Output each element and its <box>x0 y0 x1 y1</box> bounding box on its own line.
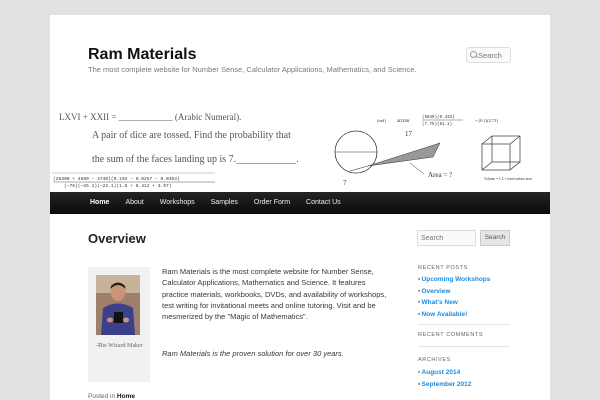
recent-post-link[interactable]: Upcoming Workshops <box>418 274 491 286</box>
archive-link[interactable]: September 2012 <box>418 379 472 391</box>
banner-rad-label: (rad) <box>377 118 386 123</box>
banner-label-17: 17 <box>405 130 413 138</box>
tagline-paragraph: Ram Materials is the proven solution for… <box>162 349 344 358</box>
caption-text: The Wizard Maker <box>97 343 143 349</box>
recent-post-link[interactable]: Now Available! <box>418 309 490 321</box>
recent-post-link[interactable]: Overview <box>418 286 490 298</box>
banner-dice-line1: A pair of dice are tossed. Find the prob… <box>92 130 291 141</box>
banner-arctan-tail: + (0.1)(2.71) <box>475 118 499 123</box>
banner-label-7: 7 <box>343 179 347 187</box>
banner-calc-line1: (26300 + 4680 − 4740)(0.102 − 0.0257 − 0… <box>53 176 180 182</box>
banner-cube-label: Volume = 1.2 × total surface area <box>484 177 532 181</box>
header-search-input[interactable] <box>478 50 510 60</box>
sidebar-search-input[interactable] <box>417 230 476 246</box>
header-search[interactable] <box>466 47 511 63</box>
page: Ram Materials The most complete website … <box>50 15 550 400</box>
archive-link[interactable]: August 2014 <box>418 367 471 379</box>
widget-divider <box>418 324 510 325</box>
page-title: Overview <box>88 231 146 246</box>
site-description: The most complete website for Number Sen… <box>88 65 417 74</box>
header-banner: LXVI + XXII = ____________ (Arabic Numer… <box>50 103 550 192</box>
nav-contact-us[interactable]: Contact Us <box>298 192 349 214</box>
nav-workshops[interactable]: Workshops <box>152 192 203 214</box>
main-nav: Home About Workshops Samples Order Form … <box>50 192 550 214</box>
banner-arctan-den: (7.75)(61.1) <box>422 122 452 127</box>
cube-shape <box>481 135 521 171</box>
nav-home[interactable]: Home <box>82 192 117 214</box>
caption-dash: — <box>96 343 102 349</box>
archives-title: ARCHIVES <box>418 357 451 363</box>
sidebar-search-button[interactable]: Search <box>480 230 510 246</box>
banner-area-label: Area = ? <box>428 171 452 179</box>
banner-calc-line2: (−76)(−25.1)(−22.1)(1.8 + 0.412 + 3.97) <box>64 183 172 189</box>
author-photo[interactable] <box>96 275 140 335</box>
banner-dice-line2: the sum of the faces landing up is 7.___… <box>92 154 299 165</box>
recent-posts-list: Upcoming Workshops Overview What's New N… <box>418 274 491 321</box>
triangle-shape <box>367 142 441 167</box>
widget-divider <box>418 346 510 347</box>
nav-samples[interactable]: Samples <box>203 192 246 214</box>
recent-comments-title: RECENT COMMENTS <box>418 332 484 338</box>
photo-caption: — The Wizard Maker <box>96 342 144 351</box>
banner-roman-problem: LXVI + XXII = ____________ (Arabic Numer… <box>59 112 241 122</box>
recent-post-link[interactable]: What's New <box>418 297 490 309</box>
site-title[interactable]: Ram Materials <box>88 46 197 64</box>
search-icon <box>470 51 477 59</box>
recent-posts-title: RECENT POSTS <box>418 265 468 271</box>
intro-paragraph: Ram Materials is the most complete websi… <box>162 267 387 321</box>
banner-arctan-label: arctan <box>397 119 410 124</box>
posted-in: Posted in Home <box>88 393 135 400</box>
nav-order-form[interactable]: Order Form <box>246 192 298 214</box>
photo-figure: — The Wizard Maker <box>88 267 150 382</box>
banner-arctan-num: (9830)(0.333) <box>422 115 455 120</box>
archives-list: August 2014 September 2012 <box>418 367 472 391</box>
nav-about[interactable]: About <box>117 192 151 214</box>
posted-in-label: Posted in <box>88 393 116 400</box>
posted-in-category-link[interactable]: Home <box>117 393 135 400</box>
